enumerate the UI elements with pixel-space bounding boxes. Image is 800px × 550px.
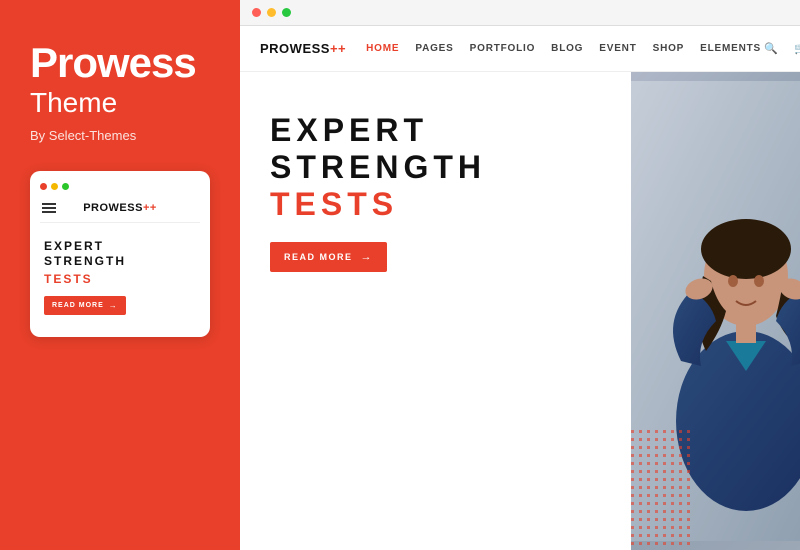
browser-dot-red [252,8,261,17]
cart-icon[interactable]: 🛒 [791,39,800,59]
mockup-hero: EXPERT STRENGTH TESTS READ MORE → [40,233,200,323]
sidebar-title: Prowess [30,40,210,86]
website-nav: PROWESS++ HOME PAGES PORTFOLIO BLOG EVEN… [240,26,800,72]
hamburger-icon[interactable] [42,203,56,213]
mockup-dot-red [40,183,47,190]
mockup-nav: PROWESS++ [40,198,200,223]
mobile-mockup: PROWESS++ EXPERT STRENGTH TESTS READ MOR… [30,171,210,337]
hero-line3: TESTS [270,186,601,223]
search-icon[interactable]: 🔍 [761,39,781,59]
mockup-read-more-button[interactable]: READ MORE → [44,296,126,315]
website-preview: PROWESS++ HOME PAGES PORTFOLIO BLOG EVEN… [240,26,800,550]
hero-photo [631,72,800,550]
website-hero: EXPERT STRENGTH TESTS READ MORE → [240,72,800,550]
hero-line1: EXPERT [270,112,601,149]
mockup-hero-line2: STRENGTH [44,254,196,270]
nav-links: HOME PAGES PORTFOLIO BLOG EVENT SHOP ELE… [366,43,761,54]
mockup-dot-yellow [51,183,58,190]
website-logo: PROWESS++ [260,41,346,56]
sidebar: Prowess Theme By Select-Themes PROWESS++… [0,0,240,550]
nav-icons: 🔍 🛒 ☰ [761,39,800,59]
read-more-button[interactable]: READ MORE → [270,242,387,272]
mockup-dot-green [62,183,69,190]
nav-link-blog[interactable]: BLOG [551,43,583,54]
nav-link-home[interactable]: HOME [366,43,399,54]
sidebar-by: By Select-Themes [30,128,210,143]
hero-right [631,72,800,550]
main-content: PROWESS++ HOME PAGES PORTFOLIO BLOG EVEN… [240,0,800,550]
sidebar-subtitle: Theme [30,86,210,120]
arrow-icon: → [361,251,374,263]
grid-overlay [631,430,691,550]
mockup-dots [40,183,200,190]
mockup-hero-line3: TESTS [44,270,196,288]
nav-link-portfolio[interactable]: PORTFOLIO [470,43,536,54]
mockup-hero-line1: EXPERT [44,239,196,255]
browser-chrome [240,0,800,26]
browser-dot-green [282,8,291,17]
browser-dot-yellow [267,8,276,17]
arrow-icon: → [109,301,118,310]
nav-link-event[interactable]: EVENT [599,43,636,54]
hero-left: EXPERT STRENGTH TESTS READ MORE → [240,72,631,550]
nav-link-elements[interactable]: ELEMENTS [700,43,761,54]
nav-link-pages[interactable]: PAGES [415,43,453,54]
hero-line2: STRENGTH [270,149,601,186]
nav-link-shop[interactable]: SHOP [653,43,685,54]
mockup-logo: PROWESS++ [83,202,157,214]
